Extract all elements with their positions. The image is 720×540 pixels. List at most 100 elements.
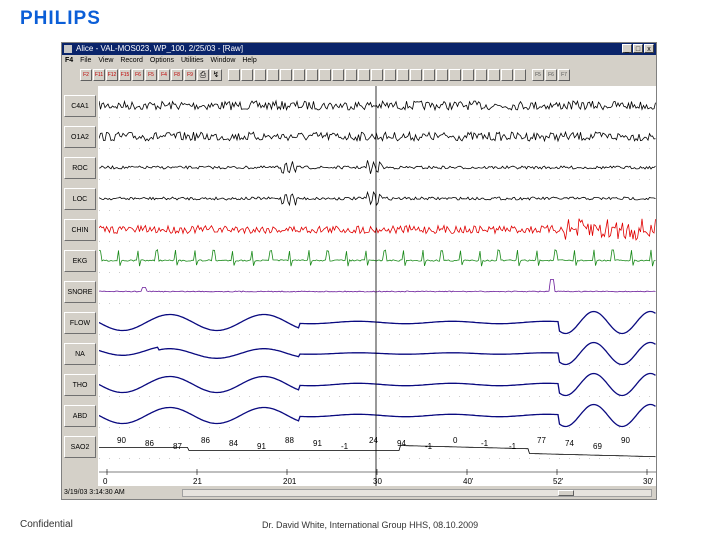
time-tick-label: 21 (193, 477, 202, 486)
menu-file[interactable]: File (80, 57, 91, 64)
toolbar-button-f9[interactable]: F9 (184, 69, 196, 81)
toolbar-button-f5[interactable]: F5 (145, 69, 157, 81)
spo2-value: 94 (397, 439, 406, 448)
spo2-value: 84 (229, 439, 238, 448)
menu-view[interactable]: View (98, 57, 113, 64)
menu-help[interactable]: Help (242, 57, 256, 64)
time-tick-label: 40' (463, 477, 474, 486)
spo2-value: 86 (145, 439, 154, 448)
montage-button[interactable] (345, 69, 357, 81)
spo2-value: 74 (565, 439, 574, 448)
montage-button[interactable] (436, 69, 448, 81)
menu-utilities[interactable]: Utilities (181, 57, 204, 64)
toolbar-button-f2[interactable]: F2 (80, 69, 92, 81)
montage-button[interactable] (449, 69, 461, 81)
toolbar-button-right-f5[interactable]: F5 (532, 69, 544, 81)
montage-button[interactable] (267, 69, 279, 81)
channel-label-loc[interactable]: LOC (64, 187, 96, 210)
toolbar-button-f8[interactable]: F8 (171, 69, 183, 81)
trace-snore (99, 279, 656, 293)
spo2-value: -1 (481, 439, 489, 448)
montage-button[interactable] (488, 69, 500, 81)
trace-loc (99, 190, 656, 207)
montage-button[interactable] (306, 69, 318, 81)
channel-label-flow[interactable]: FLOW (64, 311, 96, 334)
maximize-button[interactable]: □ (633, 44, 643, 53)
toolbar-button-right-f6[interactable]: F6 (545, 69, 557, 81)
scrollbar-thumb[interactable] (558, 490, 574, 496)
spo2-value: 0 (453, 436, 458, 445)
printer-icon[interactable]: ⎙ (197, 69, 209, 81)
montage-button[interactable] (410, 69, 422, 81)
menu-options[interactable]: Options (150, 57, 174, 64)
toolbar-button-f6[interactable]: F6 (132, 69, 144, 81)
spo2-value: 91 (257, 442, 266, 451)
channel-label-snore[interactable]: SNORE (64, 280, 96, 303)
toolbar-button-f12[interactable]: F12 (106, 69, 118, 81)
trace-abd (99, 403, 656, 428)
menu-hotkey: F4 (65, 57, 74, 64)
window-titlebar: Alice - VAL-MOS023, WP_100, 2/25/03 - [R… (62, 43, 656, 55)
channel-label-ekg[interactable]: EKG (64, 249, 96, 272)
window-title: Alice - VAL-MOS023, WP_100, 2/25/03 - [R… (76, 44, 244, 53)
montage-button[interactable] (371, 69, 383, 81)
montage-button[interactable] (397, 69, 409, 81)
trace-roc (99, 160, 656, 174)
signal-traces[interactable]: 90 86 87 86 84 91 88 91 -1 24 94 -1 0 -1 -1 77 74 69 90 0 21… (99, 86, 656, 486)
channel-label-na[interactable]: NA (64, 342, 96, 365)
trace-c4a1 (99, 99, 656, 112)
montage-button[interactable] (319, 69, 331, 81)
montage-button[interactable] (254, 69, 266, 81)
channel-label-chin[interactable]: CHIN (64, 218, 96, 241)
footer-credit: Dr. David White, International Group HHS… (262, 520, 479, 530)
montage-button[interactable] (241, 69, 253, 81)
close-button[interactable]: x (644, 44, 654, 53)
toolbar: F2 F11 F12 F15 F6 F5 F4 F8 F9 ⎙ ↯ F5 F6 … (62, 66, 656, 84)
montage-button[interactable] (228, 69, 240, 81)
montage-button[interactable] (293, 69, 305, 81)
channel-labels: C4A1 O1A2 ROC LOC CHIN EKG SNORE FLOW NA THO ABD SA… (62, 86, 98, 486)
time-tick-label: 52' (553, 477, 564, 486)
trace-chin (99, 218, 656, 241)
montage-button[interactable] (332, 69, 344, 81)
spo2-value: 69 (593, 442, 602, 451)
montage-button[interactable] (514, 69, 526, 81)
channel-label-o1a2[interactable]: O1A2 (64, 125, 96, 148)
montage-button[interactable] (280, 69, 292, 81)
montage-button[interactable] (423, 69, 435, 81)
toolbar-button-f15[interactable]: F15 (119, 69, 131, 81)
footer-confidential: Confidential (20, 519, 73, 530)
montage-button[interactable] (358, 69, 370, 81)
status-timestamp: 3/19/03 3:14:30 AM (64, 489, 125, 496)
montage-button[interactable] (462, 69, 474, 81)
spo2-value: -1 (425, 442, 433, 451)
toolbar-button-right-f7[interactable]: F7 (558, 69, 570, 81)
menu-window[interactable]: Window (210, 57, 235, 64)
montage-button[interactable] (475, 69, 487, 81)
trace-tho (99, 372, 656, 397)
channel-label-roc[interactable]: ROC (64, 156, 96, 179)
minimize-button[interactable]: _ (622, 44, 632, 53)
alice-window: Alice - VAL-MOS023, WP_100, 2/25/03 - [R… (61, 42, 657, 500)
channel-label-c4a1[interactable]: C4A1 (64, 94, 96, 117)
spo2-value: 87 (173, 442, 182, 451)
time-tick-label: 30' (643, 477, 654, 486)
montage-button[interactable] (501, 69, 513, 81)
toolbar-button-f4[interactable]: F4 (158, 69, 170, 81)
spo2-value: 90 (621, 436, 630, 445)
toolbar-button-f11[interactable]: F11 (93, 69, 105, 81)
zoom-icon[interactable]: ↯ (210, 69, 222, 81)
signal-display[interactable]: C4A1 O1A2 ROC LOC CHIN EKG SNORE FLOW NA THO ABD SA… (62, 86, 656, 486)
time-tick-label: 201 (283, 477, 297, 486)
spo2-value: 77 (537, 436, 546, 445)
spo2-value: -1 (341, 442, 349, 451)
time-tick-label: 30 (373, 477, 382, 486)
channel-label-tho[interactable]: THO (64, 373, 96, 396)
horizontal-scrollbar[interactable] (182, 489, 652, 497)
montage-button[interactable] (384, 69, 396, 81)
spo2-value: 91 (313, 439, 322, 448)
channel-label-abd[interactable]: ABD (64, 404, 96, 427)
menu-record[interactable]: Record (120, 57, 143, 64)
channel-label-sao2[interactable]: SAO2 (64, 435, 96, 458)
menu-bar: F4 File View Record Options Utilities Wi… (62, 55, 656, 66)
